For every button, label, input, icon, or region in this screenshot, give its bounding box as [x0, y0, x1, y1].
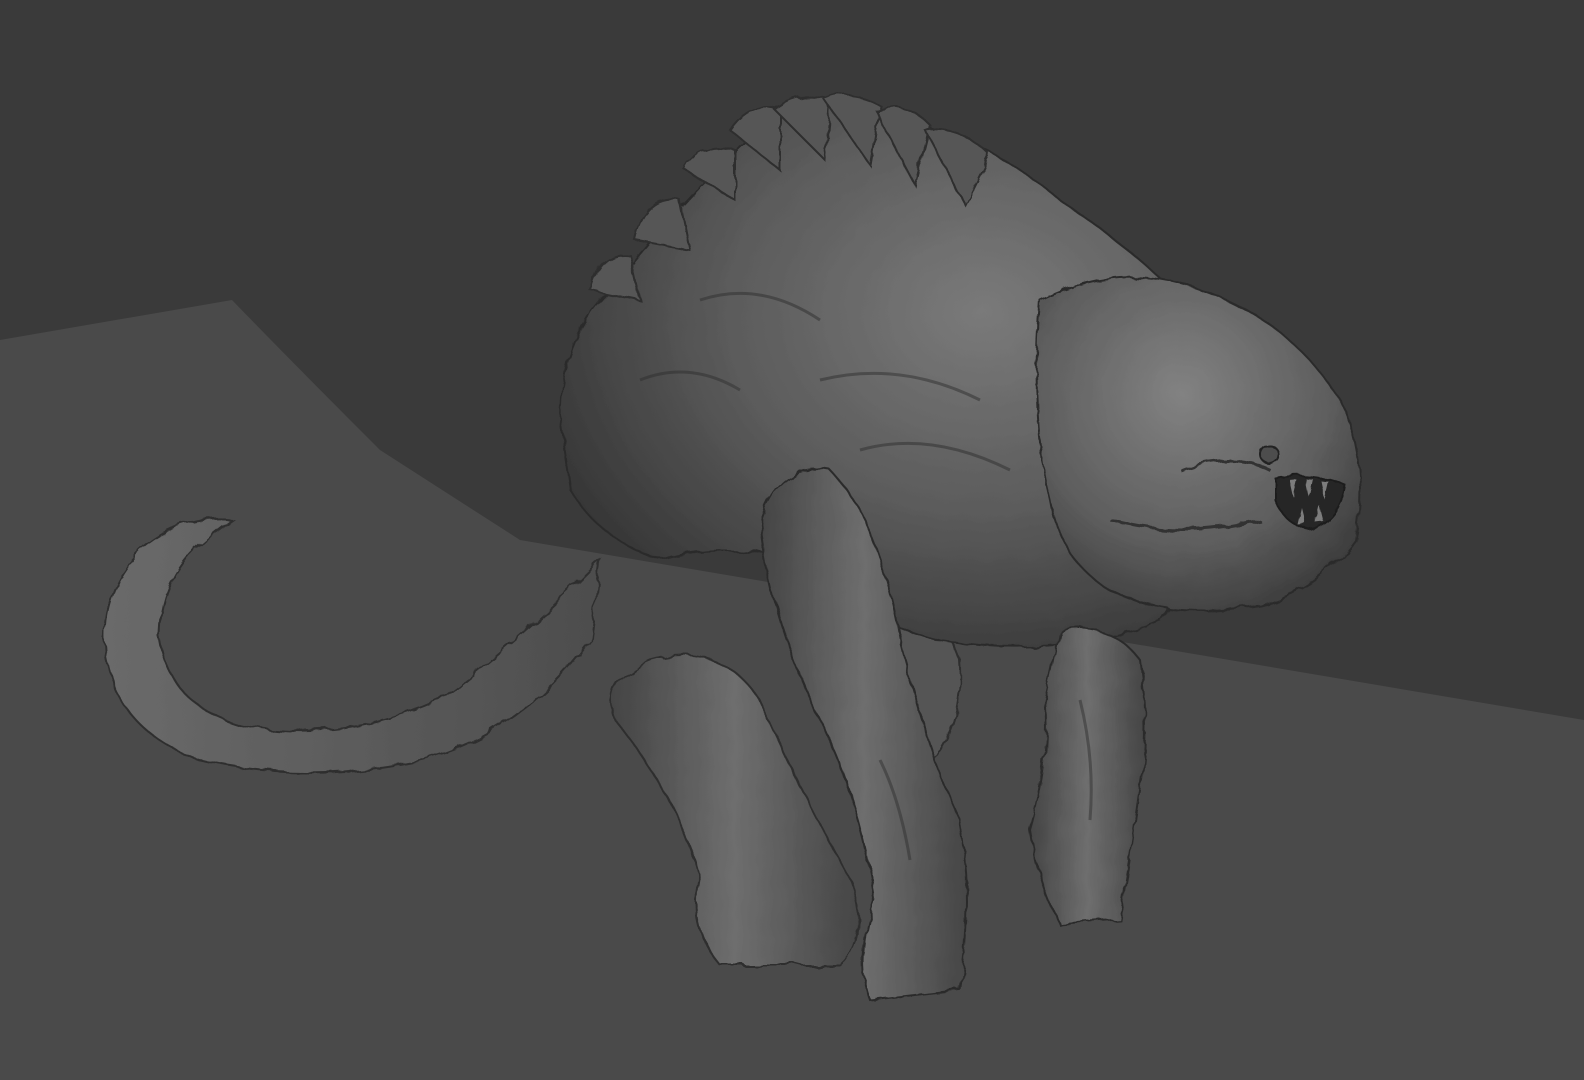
3d-viewport[interactable]: [0, 0, 1584, 1080]
viewport-canvas[interactable]: [0, 0, 1584, 1080]
creature-eye: [1260, 445, 1280, 465]
